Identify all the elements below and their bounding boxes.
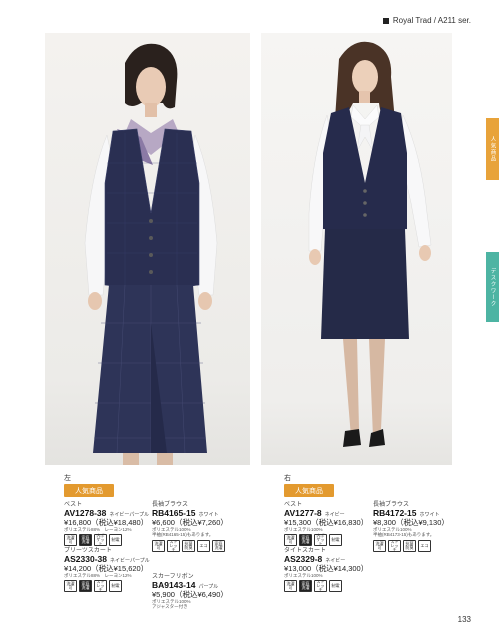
care-icons: 洗濯可 家庭洗濯 ストレッチ 制電 <box>284 580 372 593</box>
eco-icon: エコ <box>418 539 431 552</box>
product-price: ¥8,300（税込¥9,130） <box>373 517 449 527</box>
wash-icon: 洗濯可 <box>284 534 297 547</box>
product-material: ポリエステル88% レーヨン12% <box>64 573 132 579</box>
home-wash-icon: 家庭洗濯 <box>79 580 92 593</box>
antibacterial-icon: 抗菌防臭 <box>403 539 416 552</box>
product-note: アジャスター付き <box>152 604 188 610</box>
product-price: ¥5,900（税込¥6,490） <box>152 589 228 599</box>
care-icons: 洗濯可 家庭洗濯 ストレッチ 制電 <box>64 580 152 593</box>
right-model-illustration <box>308 41 432 447</box>
stretch-icon: ストレッチ <box>314 580 327 593</box>
care-icons: 洗濯可 家庭洗濯 内ポケット 制電 <box>64 534 152 547</box>
pocket-icon: 内ポケット <box>94 534 107 547</box>
product-price: ¥16,800（税込¥18,480） <box>64 517 149 527</box>
product-vest-right: ベスト AV1277-8 ネイビー ¥15,300（税込¥16,830） ポリエス… <box>284 502 372 547</box>
care-icons: 洗濯可 ストレッチ 抗菌防臭 エコ <box>373 539 465 552</box>
product-price: ¥13,000（税込¥14,300） <box>284 563 369 573</box>
antibacterial-icon: 抗菌防臭 <box>182 539 195 552</box>
series-header: Royal Trad / A211 ser. <box>382 16 471 25</box>
left-popular-badge: 人気商品 <box>64 484 114 497</box>
home-wash-icon: 家庭洗濯 <box>79 534 92 547</box>
product-scarf-left: スカーフリボン BA9143-14 パープル ¥5,900（税込¥6,490） ポ… <box>152 574 244 610</box>
square-bullet-icon <box>382 17 389 24</box>
static-icon: 制電 <box>109 534 122 547</box>
static-icon: 制電 <box>329 580 342 593</box>
home-wash-icon: 家庭洗濯 <box>299 580 312 593</box>
static-icon: 制電 <box>329 534 342 547</box>
right-model-photo <box>261 33 452 465</box>
static-icon: 制電 <box>109 580 122 593</box>
product-vest-left: ベスト AV1278-38 ネイビーパープル ¥16,800（税込¥18,480）… <box>64 502 152 547</box>
product-price: ¥6,600（税込¥7,260） <box>152 517 228 527</box>
pocket-icon: 内ポケット <box>314 534 327 547</box>
product-blouse-left: 長袖ブラウス RB4165-15 ホワイト ¥6,600（税込¥7,260） ポリ… <box>152 502 244 552</box>
right-popular-badge: 人気商品 <box>284 484 334 497</box>
side-tab-popular[interactable]: 人気商品 <box>486 118 499 180</box>
product-price: ¥14,200（税込¥15,620） <box>64 563 149 573</box>
product-price: ¥15,300（税込¥16,830） <box>284 517 369 527</box>
page-number: 133 <box>457 615 471 624</box>
left-model-illustration <box>84 43 218 465</box>
right-label: 右 <box>284 475 291 482</box>
product-blouse-right: 長袖ブラウス RB4172-15 ホワイト ¥8,300（税込¥9,130） ポリ… <box>373 502 465 552</box>
stretch-icon: ストレッチ <box>94 580 107 593</box>
side-tab-desk[interactable]: デスクワーク <box>486 252 499 322</box>
care-icons: 洗濯可 家庭洗濯 内ポケット 制電 <box>284 534 372 547</box>
product-material: ポリエステル100% <box>284 527 323 533</box>
stretch-icon: ストレッチ <box>388 539 401 552</box>
product-material: ポリエステル88% レーヨン12% <box>64 527 132 533</box>
product-skirt-right: タイトスカート AS2329-8 ネイビー ¥13,000（税込¥14,300） … <box>284 548 372 593</box>
left-label: 左 <box>64 475 71 482</box>
product-skirt-left: プリーツスカート AS2330-38 ネイビーパープル ¥14,200（税込¥15… <box>64 548 152 593</box>
product-note: 半袖(RB4165-15)もあります。 <box>152 532 214 538</box>
wash-icon: 洗濯可 <box>284 580 297 593</box>
product-note: 半袖(RB4173-15)もあります。 <box>373 532 435 538</box>
wash-icon: 洗濯可 <box>64 534 77 547</box>
home-wash-icon: 家庭洗濯 <box>299 534 312 547</box>
wash-icon: 洗濯可 <box>152 539 165 552</box>
eco-icon: エコ <box>197 539 210 552</box>
series-title: Royal Trad / A211 ser. <box>392 16 471 25</box>
wash-icon: 洗濯可 <box>373 539 386 552</box>
left-model-photo <box>45 33 250 465</box>
stretch-icon: ストレッチ <box>167 539 180 552</box>
care-icons: 洗濯可 ストレッチ 抗菌防臭 エコ 家庭洗濯 <box>152 539 244 552</box>
home-wash-icon: 家庭洗濯 <box>212 539 225 552</box>
wash-icon: 洗濯可 <box>64 580 77 593</box>
product-material: ポリエステル100% <box>284 573 323 579</box>
